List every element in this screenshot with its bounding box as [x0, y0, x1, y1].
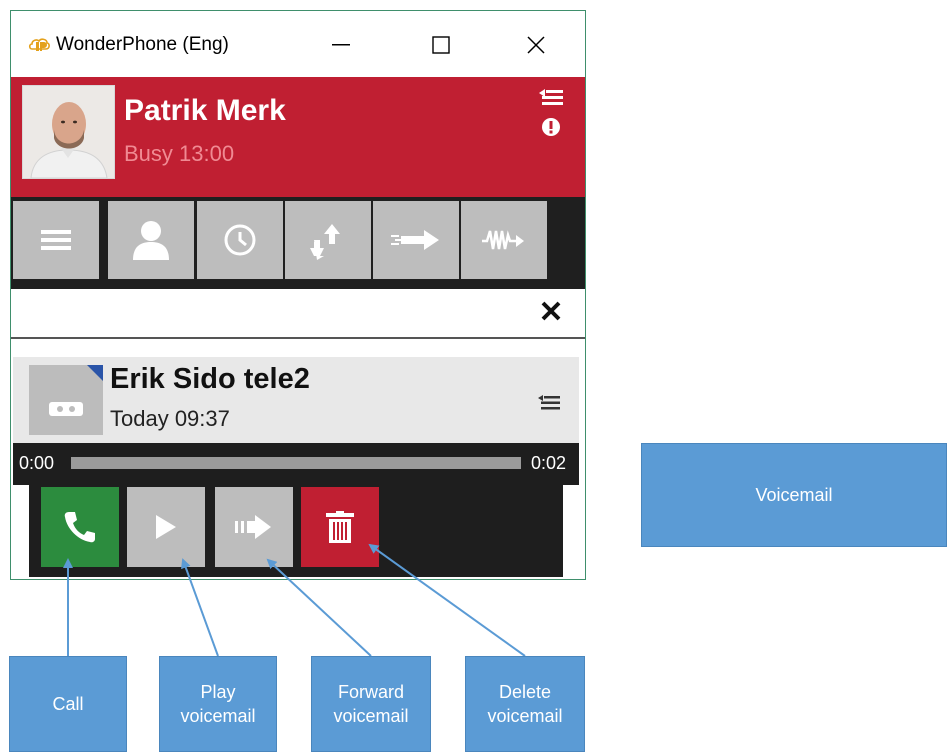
contact-status: Busy 13:00 — [124, 141, 235, 166]
play-button[interactable] — [127, 487, 205, 567]
forward-callout: Forward voicemail — [311, 656, 431, 752]
minimize-button[interactable] — [316, 25, 366, 65]
alert-icon[interactable] — [541, 117, 561, 137]
time-end: 0:02 — [531, 453, 567, 473]
menu-button[interactable] — [13, 201, 99, 279]
delete-button[interactable] — [301, 487, 379, 567]
trash-icon — [326, 511, 354, 543]
maximize-button[interactable] — [416, 25, 466, 65]
window-title: WonderPhone (Eng) — [56, 34, 229, 55]
list-menu-icon[interactable] — [538, 395, 560, 411]
list-menu-icon[interactable] — [539, 89, 563, 107]
forward-icon — [235, 515, 271, 539]
voicemail-actions — [29, 485, 563, 577]
play-callout-label: Play voicemail — [180, 681, 256, 726]
call-callout: Call — [9, 656, 127, 752]
forward-arrow-icon — [391, 230, 439, 250]
delete-callout: Delete voicemail — [465, 656, 585, 752]
minimize-icon — [332, 44, 350, 46]
close-button[interactable] — [511, 25, 561, 65]
history-button[interactable] — [197, 201, 283, 279]
call-callout-label: Call — [52, 693, 84, 714]
voicemail-caller: Erik Sido tele2 — [110, 363, 310, 395]
contacts-button[interactable] — [108, 201, 194, 279]
progress-track[interactable] — [71, 457, 521, 469]
hamburger-icon — [41, 230, 71, 250]
playback-progress: 0:00 0:02 — [13, 443, 579, 485]
delete-callout-label: Delete voicemail — [487, 681, 563, 726]
avatar-photo — [23, 86, 114, 178]
voicemail-time: Today 09:37 — [110, 406, 230, 431]
play-icon — [156, 515, 176, 539]
waveform-icon — [482, 230, 524, 250]
play-callout: Play voicemail — [159, 656, 277, 752]
voicemail-item[interactable]: Erik Sido tele2 Today 09:37 — [13, 357, 579, 443]
clock-icon — [224, 224, 256, 256]
clear-search-icon[interactable] — [541, 301, 561, 321]
time-start: 0:00 — [19, 453, 55, 473]
voicemail-title-label: Voicemail — [755, 484, 833, 505]
search-input[interactable] — [19, 295, 523, 331]
call-button[interactable] — [41, 487, 119, 567]
contact-name: Patrik Merk — [124, 94, 286, 127]
transfer-arrows-icon — [310, 224, 340, 260]
voicemail-thumbnail — [29, 365, 103, 435]
app-logo-icon — [28, 38, 50, 51]
forward-callout-label: Forward voicemail — [333, 681, 409, 726]
close-icon — [527, 36, 545, 54]
maximize-icon — [432, 36, 450, 54]
phone-icon — [64, 512, 95, 543]
search-bar — [11, 289, 585, 339]
title-bar[interactable]: WonderPhone (Eng) — [11, 11, 585, 77]
forward-voicemail-button[interactable] — [215, 487, 293, 567]
wonderphone-window: WonderPhone (Eng) Patrik Merk Busy 13:00 — [10, 10, 586, 580]
person-icon — [133, 221, 169, 260]
transfer-button[interactable] — [285, 201, 371, 279]
forward-button[interactable] — [373, 201, 459, 279]
contact-header: Patrik Merk Busy 13:00 — [11, 77, 585, 197]
cassette-icon — [49, 365, 103, 416]
voicemail-title-callout: Voicemail — [641, 443, 947, 547]
avatar[interactable] — [22, 85, 115, 179]
voicemail-toolbar-button[interactable] — [461, 201, 547, 279]
main-toolbar — [11, 197, 585, 289]
